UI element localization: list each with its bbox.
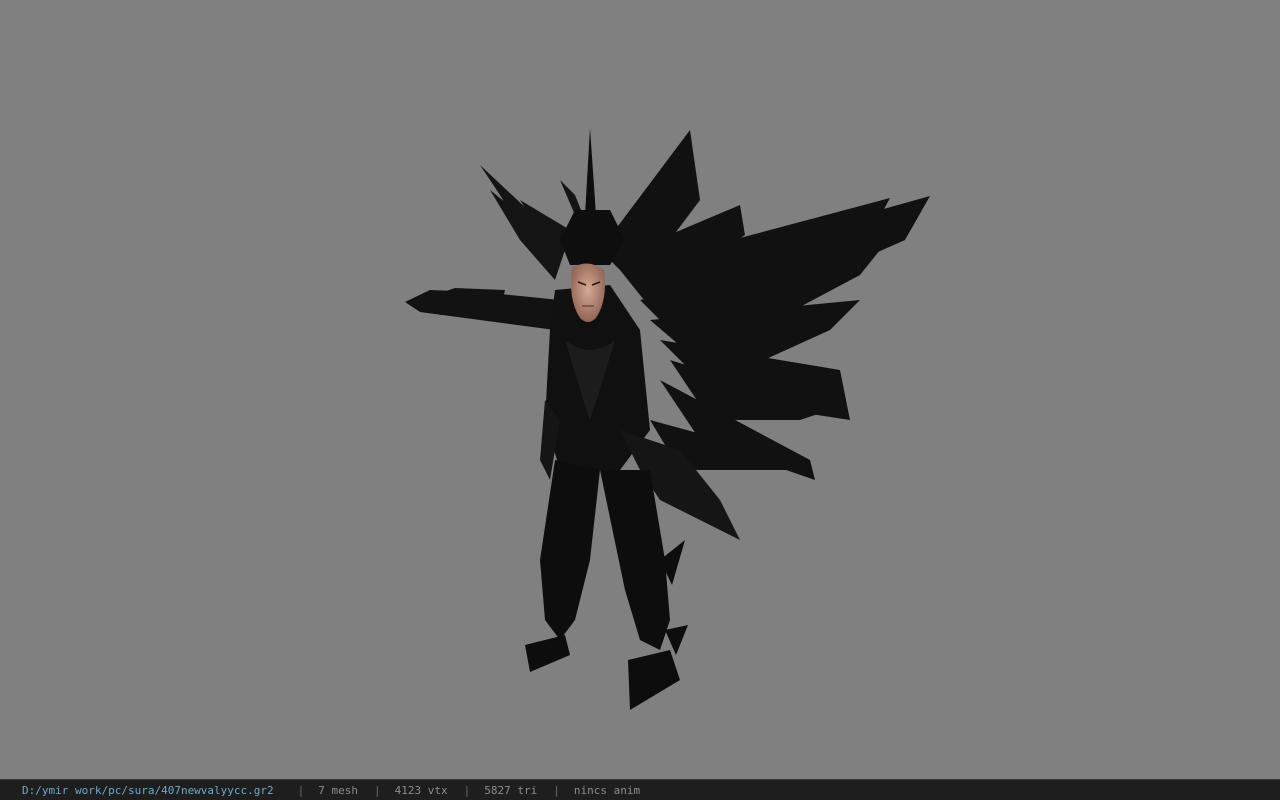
separator: | — [297, 783, 305, 797]
vertex-count: 4123 vtx — [394, 783, 448, 797]
separator: | — [553, 783, 560, 797]
file-path: D:/ymir work/pc/sura/407newvalyycc.gr2 — [22, 783, 274, 797]
separator: | — [463, 783, 471, 797]
character-model — [405, 128, 930, 710]
animation-status: nincs anim — [573, 783, 641, 797]
separator: | — [374, 783, 381, 797]
mesh-count: 7 mesh — [318, 783, 359, 797]
triangle-count: 5827 tri — [484, 783, 538, 797]
arm-left — [405, 288, 560, 330]
3d-viewport[interactable] — [0, 0, 1280, 779]
status-bar: D:/ymir work/pc/sura/407newvalyycc.gr2 |… — [0, 779, 1280, 800]
